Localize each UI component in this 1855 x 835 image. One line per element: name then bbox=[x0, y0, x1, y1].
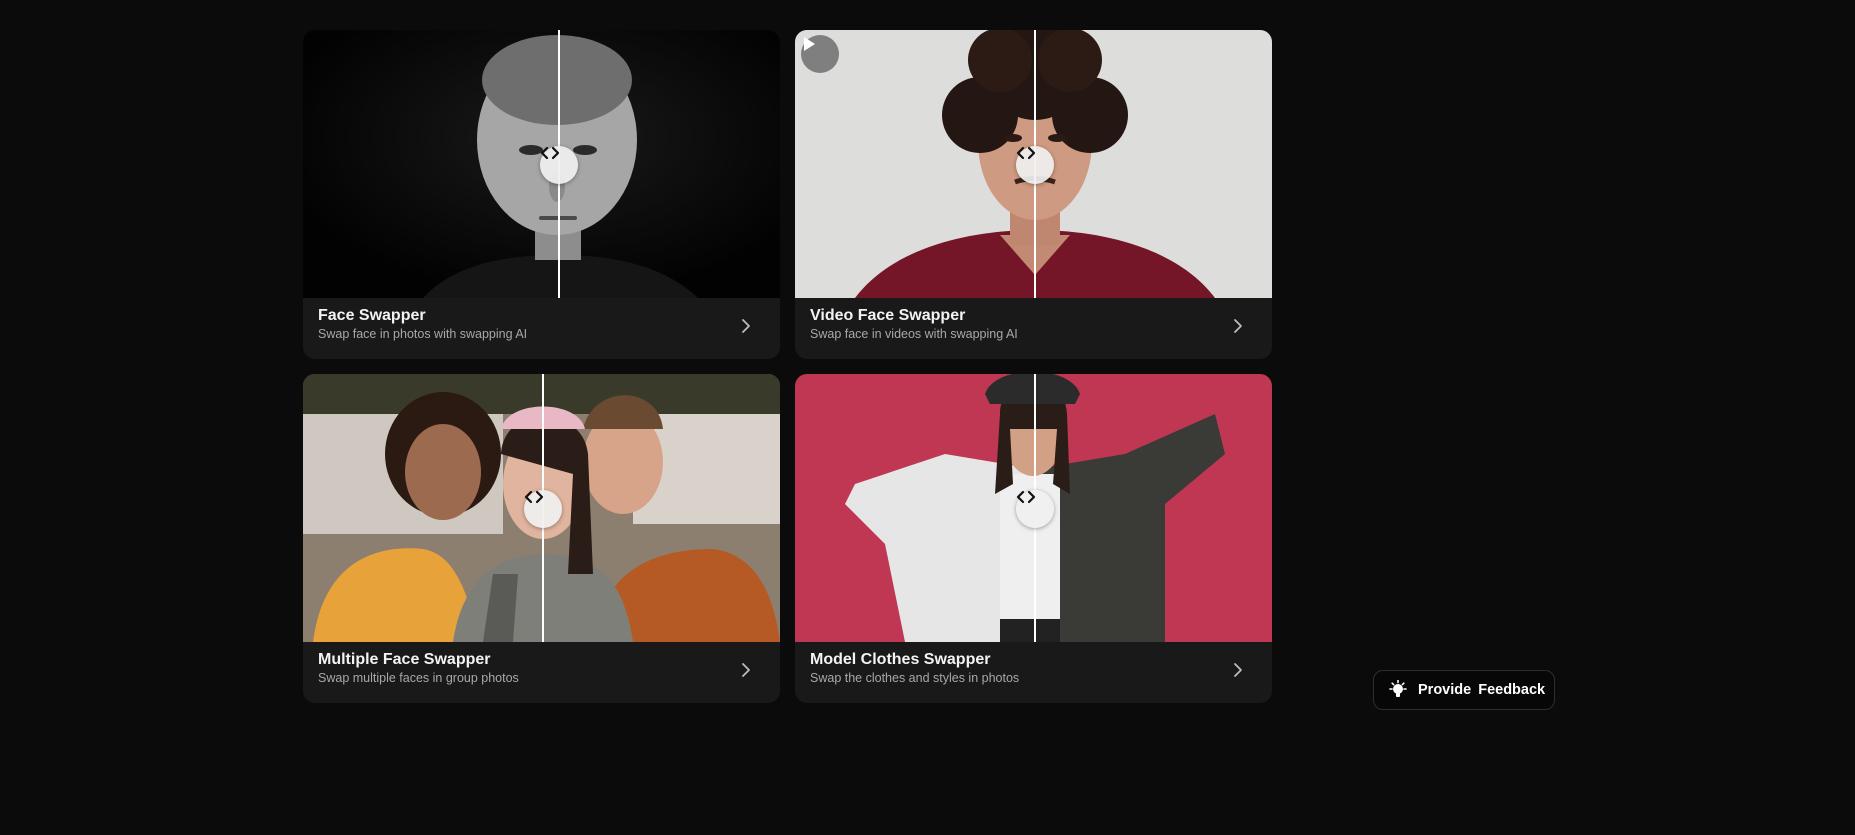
card-subtitle: Swap multiple faces in group photos bbox=[318, 671, 519, 685]
play-icon[interactable] bbox=[801, 35, 839, 73]
lightbulb-icon bbox=[1389, 680, 1407, 697]
card-title: Face Swapper bbox=[318, 307, 426, 324]
card-title: Multiple Face Swapper bbox=[318, 651, 491, 668]
card-info: Video Face Swapper Swap face in videos w… bbox=[795, 298, 1272, 359]
card-info: Model Clothes Swapper Swap the clothes a… bbox=[795, 642, 1272, 703]
before-after-preview[interactable] bbox=[303, 30, 780, 298]
card-subtitle: Swap the clothes and styles in photos bbox=[810, 671, 1020, 685]
before-after-preview[interactable] bbox=[795, 30, 1272, 298]
card-model-clothes-swapper[interactable]: Model Clothes Swapper Swap the clothes a… bbox=[795, 374, 1272, 703]
tool-card-grid: Face Swapper Swap face in photos with sw… bbox=[303, 30, 1272, 706]
compare-arrows-icon[interactable] bbox=[1016, 490, 1054, 528]
card-face-swapper[interactable]: Face Swapper Swap face in photos with sw… bbox=[303, 30, 780, 359]
provide-feedback-button[interactable]: Provide Feedback bbox=[1373, 670, 1555, 710]
chevron-right-icon[interactable] bbox=[1232, 318, 1244, 334]
card-subtitle: Swap face in videos with swapping AI bbox=[810, 327, 1018, 341]
chevron-right-icon[interactable] bbox=[740, 662, 752, 678]
card-video-face-swapper[interactable]: Video Face Swapper Swap face in videos w… bbox=[795, 30, 1272, 359]
card-info: Multiple Face Swapper Swap multiple face… bbox=[303, 642, 780, 703]
chevron-right-icon[interactable] bbox=[740, 318, 752, 334]
card-title: Model Clothes Swapper bbox=[810, 651, 991, 668]
compare-arrows-icon[interactable] bbox=[1016, 146, 1054, 184]
compare-arrows-icon[interactable] bbox=[540, 146, 578, 184]
card-subtitle: Swap face in photos with swapping AI bbox=[318, 327, 528, 341]
card-multiple-face-swapper[interactable]: Multiple Face Swapper Swap multiple face… bbox=[303, 374, 780, 703]
compare-arrows-icon[interactable] bbox=[524, 490, 562, 528]
chevron-right-icon[interactable] bbox=[1232, 662, 1244, 678]
card-title: Video Face Swapper bbox=[810, 307, 966, 324]
feedback-label: Provide Feedback bbox=[1418, 682, 1546, 698]
before-after-preview[interactable] bbox=[303, 374, 780, 642]
card-info: Face Swapper Swap face in photos with sw… bbox=[303, 298, 780, 359]
before-after-preview[interactable] bbox=[795, 374, 1272, 642]
